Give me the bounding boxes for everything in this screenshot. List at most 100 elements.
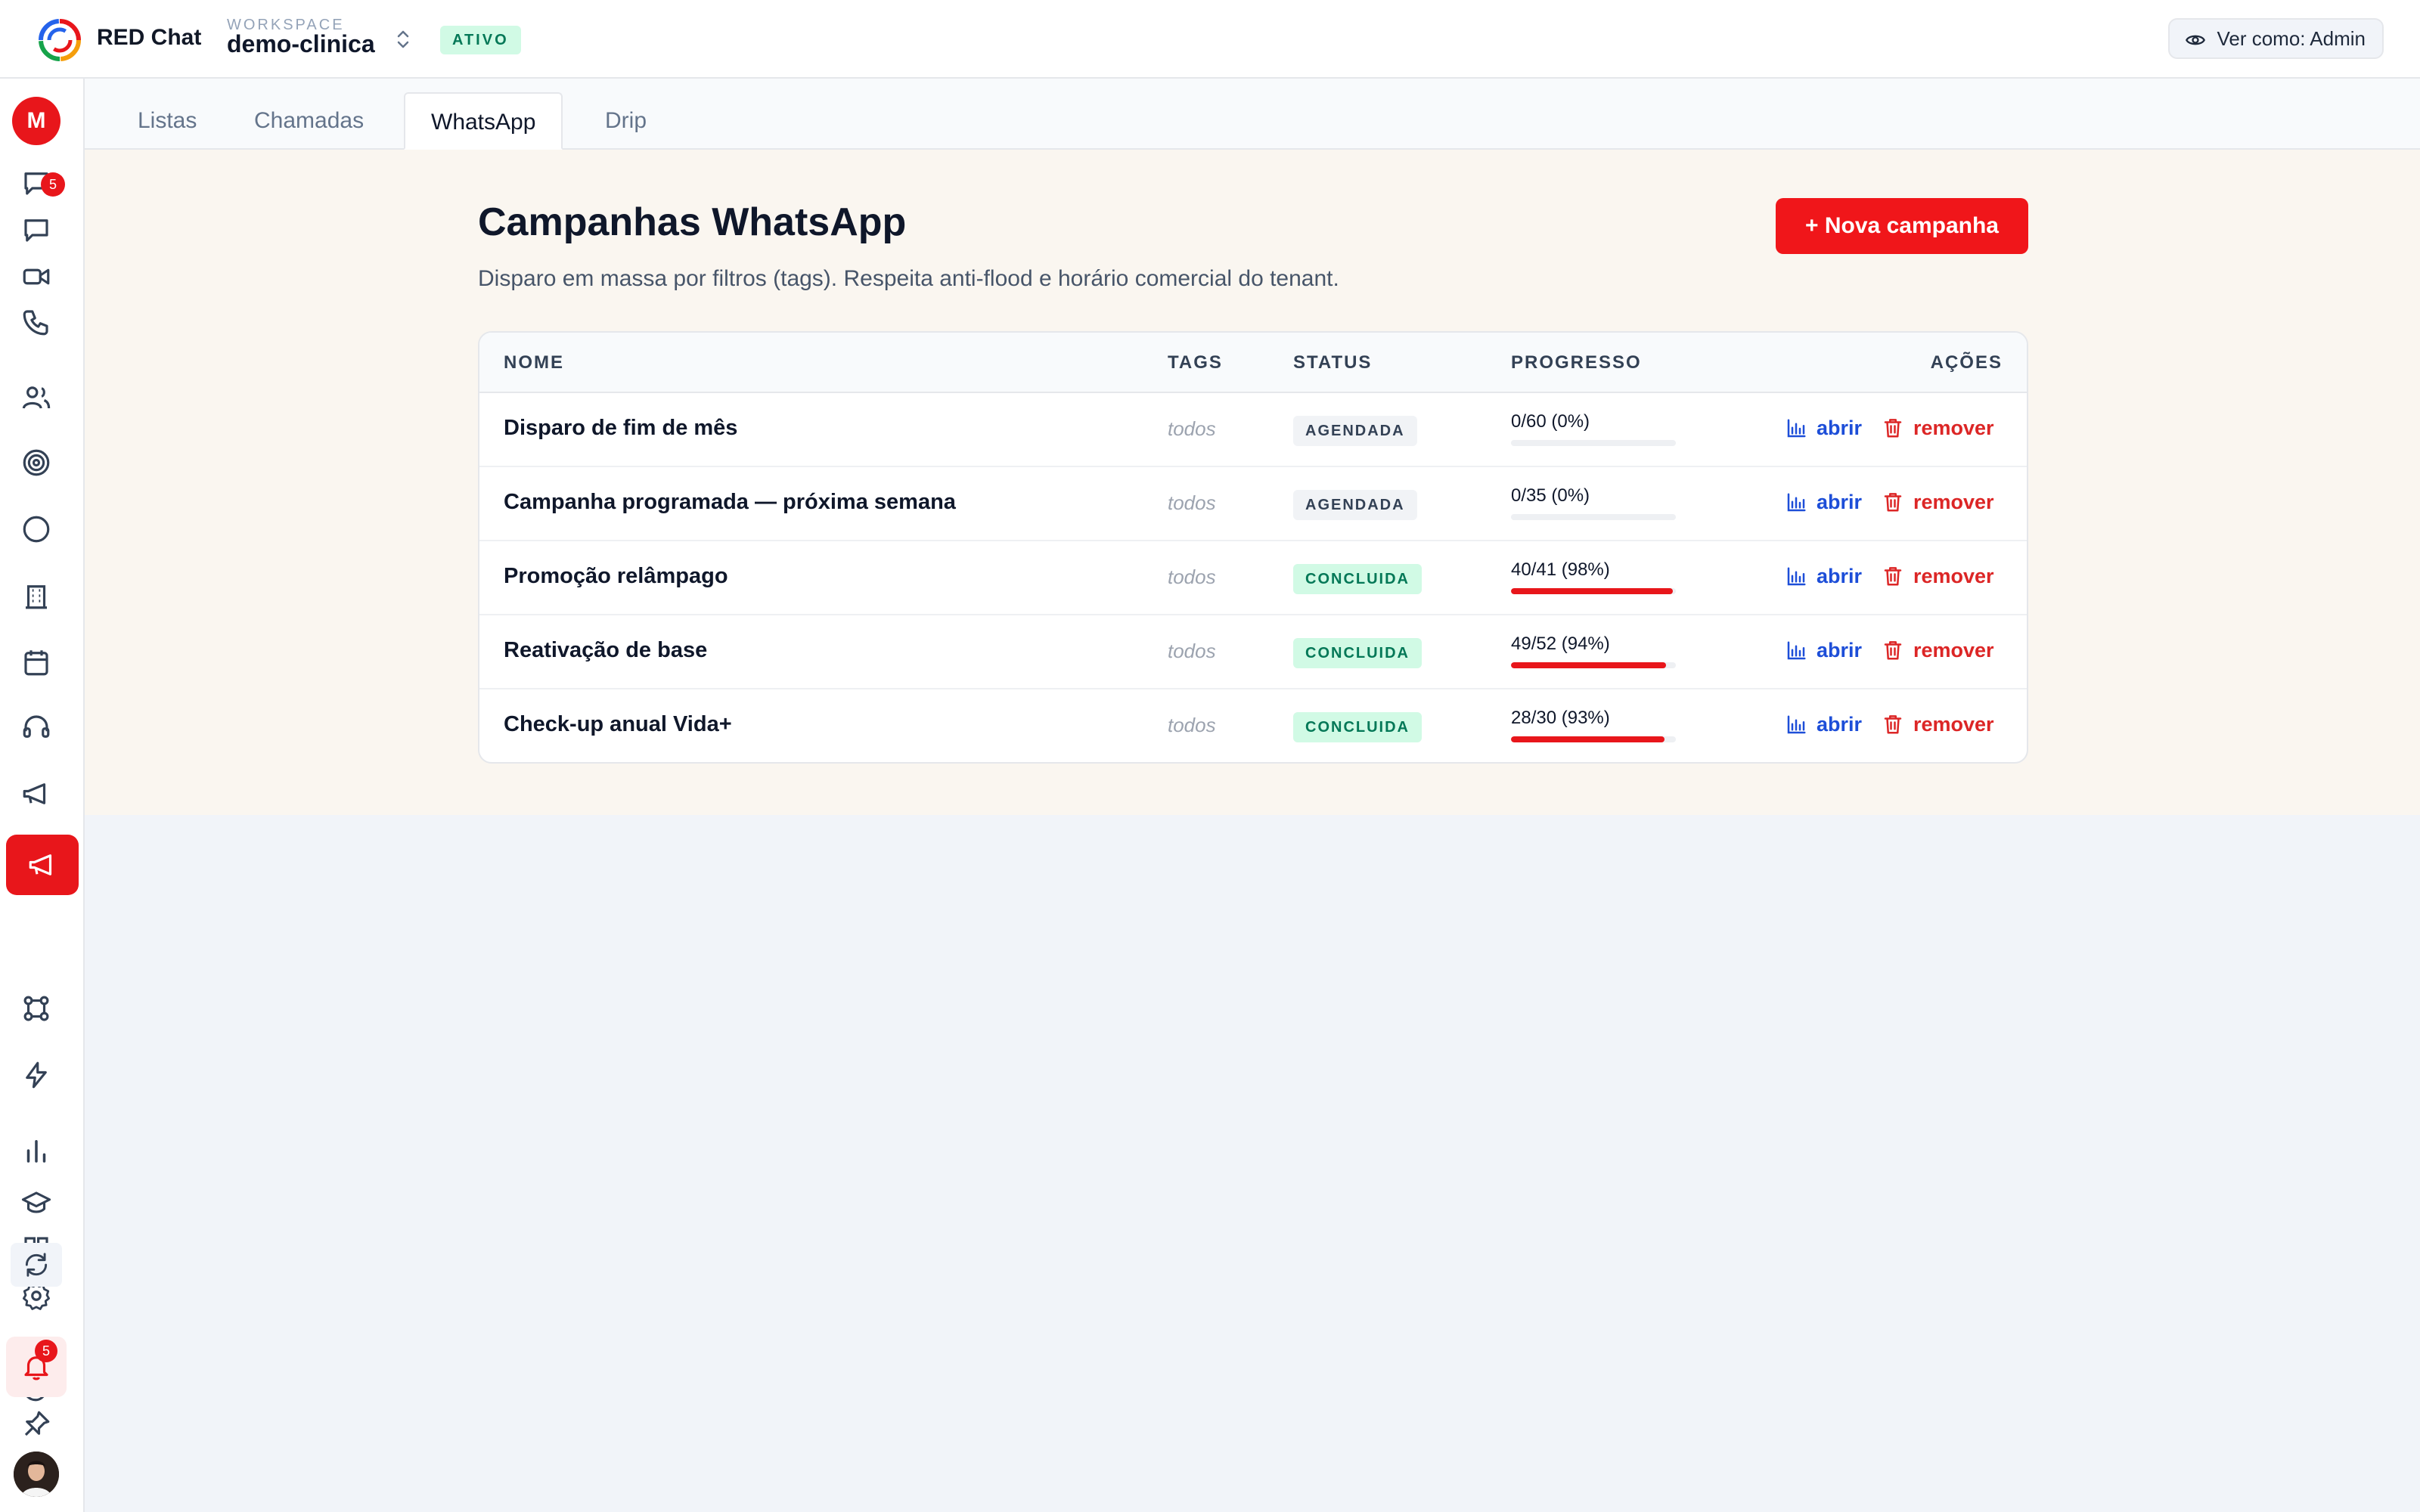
notifications-badge: 5 xyxy=(35,1340,57,1362)
progress-fill xyxy=(1511,662,1666,668)
trash-icon xyxy=(1884,641,1902,660)
progress-text: 0/35 (0%) xyxy=(1511,485,1590,506)
remove-campaign-button[interactable]: remover xyxy=(1882,635,1994,665)
eye-icon xyxy=(2186,35,2206,45)
progress-bar xyxy=(1511,588,1676,594)
tab-drip[interactable]: Drip xyxy=(579,92,672,150)
remove-label: remover xyxy=(1913,491,1994,513)
remove-label: remover xyxy=(1913,639,1994,662)
campaign-tags: todos xyxy=(1168,417,1216,440)
open-label: abrir xyxy=(1817,491,1863,513)
status-badge: CONCLUIDA xyxy=(1293,564,1422,594)
main-content: Campanhas WhatsApp Disparo em massa por … xyxy=(85,150,2420,815)
bar-chart-icon xyxy=(1787,715,1806,734)
page-title: Campanhas WhatsApp xyxy=(478,200,907,244)
table-row: Promoção relâmpago todos CONCLUIDA 40/41… xyxy=(479,541,2027,615)
workspace-status-badge: ATIVO xyxy=(440,26,521,54)
chevron-up-down-icon[interactable] xyxy=(392,26,414,53)
chat-icon[interactable] xyxy=(15,209,57,251)
open-campaign-button[interactable]: abrir xyxy=(1785,487,1862,517)
progress-bar xyxy=(1511,662,1676,668)
new-campaign-button[interactable]: + Nova campanha xyxy=(1776,198,2028,254)
brand-name: RED Chat xyxy=(97,25,202,50)
red-chat-logo-icon[interactable] xyxy=(38,18,82,62)
campaign-name[interactable]: Check-up anual Vida+ xyxy=(504,712,732,737)
academy-icon[interactable] xyxy=(15,1182,57,1225)
tab-bar: Listas Chamadas WhatsApp Drip xyxy=(85,79,2420,150)
progress-fill xyxy=(1511,736,1665,742)
workspace-avatar[interactable]: M xyxy=(12,97,60,145)
trash-icon xyxy=(1884,493,1902,512)
open-label: abrir xyxy=(1817,565,1863,587)
automations-icon[interactable] xyxy=(15,1054,57,1096)
workspace-name[interactable]: demo-clinica xyxy=(227,30,375,58)
contacts-icon[interactable] xyxy=(15,376,57,419)
campaign-name[interactable]: Reativação de base xyxy=(504,638,707,663)
trash-icon xyxy=(1884,419,1902,438)
top-bar: RED Chat WORKSPACE demo-clinica ATIVO Ve… xyxy=(0,0,2420,79)
bar-chart-icon xyxy=(1787,641,1806,660)
progress-text: 49/52 (94%) xyxy=(1511,634,1610,654)
remove-campaign-button[interactable]: remover xyxy=(1882,709,1994,739)
trash-icon xyxy=(1884,567,1902,586)
sidebar: M 5 5 xyxy=(0,79,85,1512)
column-header-actions: AÇÕES xyxy=(1930,352,2003,373)
progress-bar xyxy=(1511,514,1676,520)
campaign-tags: todos xyxy=(1168,565,1216,588)
status-badge: CONCLUIDA xyxy=(1293,712,1422,742)
status-badge: AGENDADA xyxy=(1293,416,1417,446)
campaign-tags: todos xyxy=(1168,491,1216,514)
headset-icon[interactable] xyxy=(15,706,57,748)
target-icon[interactable] xyxy=(15,442,57,484)
tab-listas[interactable]: Listas xyxy=(112,92,222,150)
megaphone-icon[interactable] xyxy=(15,773,57,815)
status-badge: AGENDADA xyxy=(1293,490,1417,520)
phone-icon[interactable] xyxy=(15,301,57,343)
column-header-progress: PROGRESSO xyxy=(1511,352,1642,373)
open-campaign-button[interactable]: abrir xyxy=(1785,561,1862,591)
pin-icon[interactable] xyxy=(15,1403,57,1445)
video-icon[interactable] xyxy=(15,256,57,298)
reports-icon[interactable] xyxy=(15,1129,57,1172)
building-icon[interactable] xyxy=(15,575,57,617)
tab-chamadas[interactable]: Chamadas xyxy=(228,92,389,150)
conversations-badge: 5 xyxy=(41,172,65,197)
campaign-name[interactable]: Promoção relâmpago xyxy=(504,564,728,589)
remove-campaign-button[interactable]: remover xyxy=(1882,413,1994,443)
progress-bar xyxy=(1511,736,1676,742)
remove-label: remover xyxy=(1913,565,1994,587)
open-label: abrir xyxy=(1817,639,1863,662)
open-campaign-button[interactable]: abrir xyxy=(1785,413,1862,443)
bar-chart-icon xyxy=(1787,419,1806,438)
remove-label: remover xyxy=(1913,713,1994,736)
campaign-name[interactable]: Campanha programada — próxima semana xyxy=(504,490,956,515)
table-row: Disparo de fim de mês todos AGENDADA 0/6… xyxy=(479,393,2027,467)
user-avatar[interactable] xyxy=(14,1452,59,1497)
integrations-icon[interactable] xyxy=(15,987,57,1030)
table-header: NOME TAGS STATUS PROGRESSO AÇÕES xyxy=(479,333,2027,393)
open-campaign-button[interactable]: abrir xyxy=(1785,635,1862,665)
column-header-status: STATUS xyxy=(1293,352,1373,373)
bar-chart-icon xyxy=(1787,493,1806,512)
bar-chart-icon xyxy=(1787,567,1806,586)
remove-campaign-button[interactable]: remover xyxy=(1882,561,1994,591)
campaign-tags: todos xyxy=(1168,640,1216,662)
table-row: Reativação de base todos CONCLUIDA 49/52… xyxy=(479,615,2027,689)
progress-text: 40/41 (98%) xyxy=(1511,559,1610,580)
tab-whatsapp[interactable]: WhatsApp xyxy=(404,92,563,150)
remove-campaign-button[interactable]: remover xyxy=(1882,487,1994,517)
view-as-label: Ver como: Admin xyxy=(2217,27,2366,50)
progress-text: 0/60 (0%) xyxy=(1511,411,1590,432)
view-as-button[interactable]: Ver como: Admin xyxy=(2168,18,2384,59)
calendar-icon[interactable] xyxy=(15,641,57,683)
table-row: Campanha programada — próxima semana tod… xyxy=(479,467,2027,541)
circle-icon[interactable] xyxy=(15,508,57,550)
page-subtitle: Disparo em massa por filtros (tags). Res… xyxy=(478,266,1339,291)
open-campaign-button[interactable]: abrir xyxy=(1785,709,1862,739)
refresh-icon[interactable] xyxy=(11,1243,62,1287)
campaigns-icon[interactable] xyxy=(6,835,79,895)
campaign-name[interactable]: Disparo de fim de mês xyxy=(504,416,737,441)
campaign-tags: todos xyxy=(1168,714,1216,736)
progress-fill xyxy=(1511,588,1673,594)
remove-label: remover xyxy=(1913,417,1994,439)
